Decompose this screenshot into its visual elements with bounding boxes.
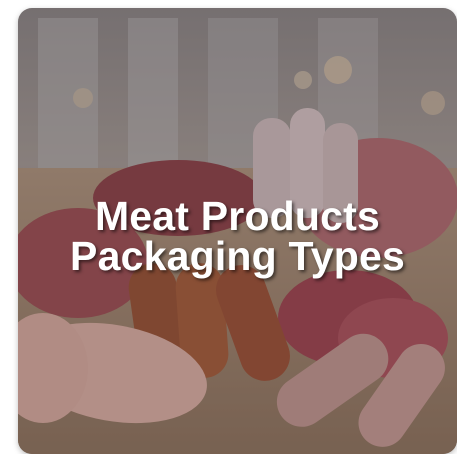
card-title-line-2: Packaging Types	[70, 233, 405, 279]
card-title: Meat Products Packaging Types	[18, 193, 457, 279]
category-card[interactable]: Meat Products Packaging Types	[18, 8, 457, 454]
card-title-line-1: Meat Products	[94, 193, 381, 239]
